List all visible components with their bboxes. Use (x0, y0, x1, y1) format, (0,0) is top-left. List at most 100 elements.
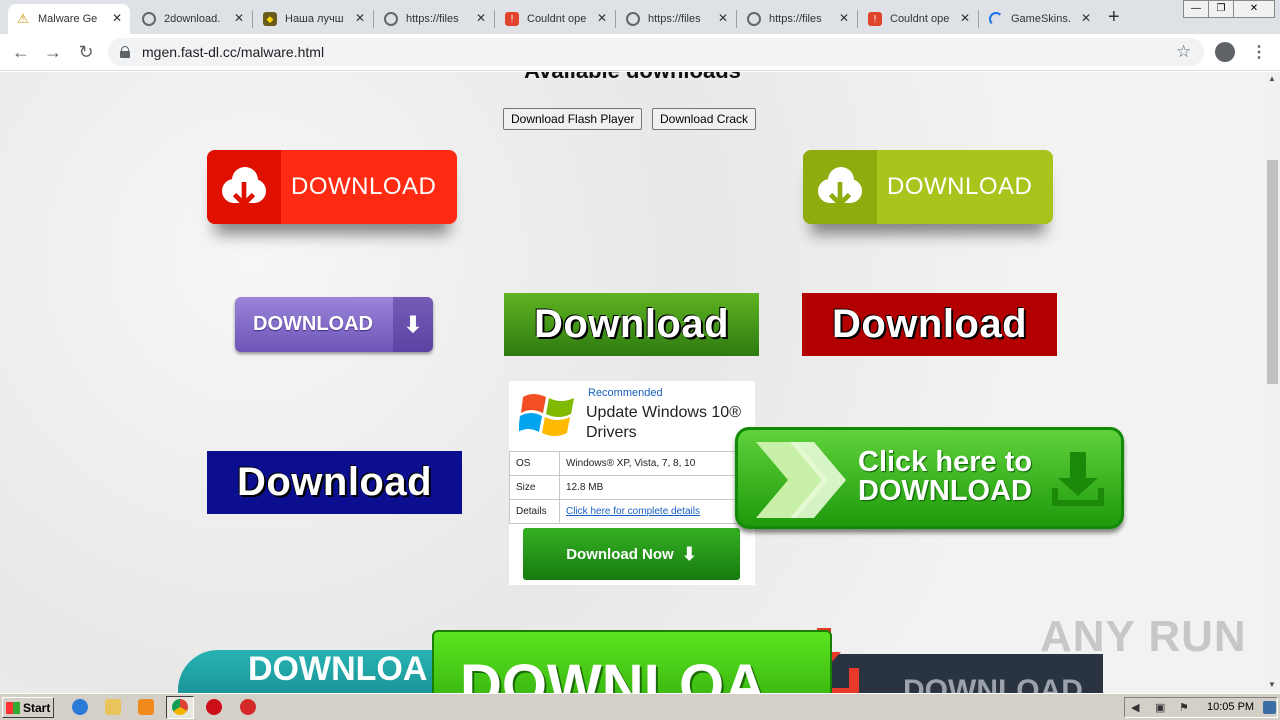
tab-malware-gen[interactable]: ⚠ Malware Ge ✕ (8, 4, 130, 34)
button-label: Download Now (566, 545, 674, 563)
chrome-icon[interactable] (172, 699, 188, 715)
tab-strip: ⚠ Malware Ge ✕ 2download. ✕ ◆ Наша лучш … (0, 0, 1280, 34)
windows-logo-icon (519, 394, 574, 436)
tab-nasha[interactable]: ◆ Наша лучш ✕ (255, 4, 373, 34)
close-icon[interactable]: ✕ (597, 11, 607, 25)
volume-icon[interactable]: ◀ (1131, 701, 1144, 714)
globe-icon (626, 12, 640, 26)
vertical-scrollbar[interactable]: ▲ ▼ (1265, 72, 1280, 693)
details-link[interactable]: Click here for complete details (559, 499, 753, 524)
download-button-red[interactable]: Download (802, 293, 1057, 356)
driver-update-ad[interactable]: Recommended Update Windows 10® Drivers O… (509, 381, 755, 585)
download-button-big-green[interactable]: DOWNLOA (432, 630, 832, 693)
page-heading: Available downloads (0, 72, 1265, 84)
button-label: DOWNLOAD (903, 674, 1083, 693)
button-label: DOWNLOA (248, 650, 428, 688)
start-label: Start (23, 700, 51, 715)
forward-button[interactable]: → (42, 41, 64, 63)
tab-gameskins[interactable]: GameSkins. ✕ (981, 4, 1099, 34)
globe-icon (384, 12, 398, 26)
warning-icon: ⚠ (17, 11, 29, 26)
explorer-folder-icon[interactable] (105, 699, 121, 715)
download-now-button[interactable]: Download Now ⬇ (523, 528, 740, 580)
close-icon[interactable]: ✕ (234, 11, 244, 25)
tab-couldnt-1[interactable]: ! Couldnt ope ✕ (497, 4, 615, 34)
media-player-icon[interactable] (138, 699, 154, 715)
cloud-download-icon (803, 150, 877, 224)
anyrun-watermark: ANY RUN (1040, 612, 1247, 661)
tab-title: Malware Ge (38, 13, 98, 25)
tab-title: GameSkins. (1011, 13, 1071, 25)
tab-files-1[interactable]: https://files ✕ (376, 4, 494, 34)
network-icon[interactable]: ▣ (1155, 701, 1168, 714)
button-label: DOWNLOAD (291, 173, 437, 200)
click-here-line1: Click here to (858, 446, 1033, 478)
download-crack-button[interactable]: Download Crack (652, 108, 757, 130)
lock-icon[interactable] (120, 46, 130, 58)
bookmark-star-icon[interactable]: ☆ (1176, 42, 1191, 62)
windows-flag-icon (6, 701, 20, 714)
address-bar[interactable]: mgen.fast-dl.cc/malware.html (108, 38, 1204, 66)
loading-icon (989, 12, 1003, 26)
double-chevron-icon (756, 442, 846, 518)
download-button-navy[interactable]: Download (207, 451, 462, 514)
menu-kebab-icon[interactable]: ⋮ (1251, 42, 1267, 62)
window-close-button[interactable]: ✕ (1233, 0, 1275, 18)
table-value: Windows® XP, Vista, 7, 8, 10 (559, 451, 753, 476)
start-button[interactable]: Start (2, 697, 54, 718)
restore-button[interactable]: ❐ (1208, 0, 1234, 18)
tab-title: Couldnt ope (527, 13, 587, 25)
download-button-green[interactable]: Download (504, 293, 759, 356)
click-here-line2: DOWNLOAD (858, 475, 1032, 507)
opera-icon[interactable] (206, 699, 222, 715)
minimize-button[interactable]: — (1183, 0, 1209, 18)
close-icon[interactable]: ✕ (839, 11, 849, 25)
close-icon[interactable]: ✕ (1081, 11, 1091, 25)
globe-icon (747, 12, 761, 26)
close-icon[interactable]: ✕ (112, 11, 122, 25)
download-button-red-cloud[interactable]: DOWNLOAD (207, 150, 457, 224)
arrow-down-icon: ⬇ (681, 543, 697, 564)
broken-page-icon: ! (505, 12, 519, 26)
ad-title: Update Windows 10® Drivers (586, 404, 741, 441)
tab-title: https://files (406, 13, 459, 25)
table-key: OS (509, 451, 560, 476)
close-icon[interactable]: ✕ (476, 11, 486, 25)
table-key: Size (509, 475, 560, 500)
scrollbar-thumb[interactable] (1267, 160, 1278, 384)
scroll-down-icon[interactable]: ▼ (1268, 680, 1276, 689)
tab-files-3[interactable]: https://files ✕ (739, 4, 857, 34)
download-button-green-cloud[interactable]: DOWNLOAD (803, 150, 1053, 224)
profile-avatar-icon[interactable] (1215, 42, 1235, 62)
close-icon[interactable]: ✕ (355, 11, 365, 25)
button-label: DOWNLOAD (887, 173, 1033, 200)
download-flash-button[interactable]: Download Flash Player (503, 108, 643, 130)
tab-couldnt-2[interactable]: ! Couldnt ope ✕ (860, 4, 978, 34)
action-center-flag-icon[interactable]: ⚑ (1179, 701, 1192, 714)
button-label: DOWNLOAD (253, 313, 373, 335)
reload-button[interactable]: ↻ (75, 41, 97, 63)
url-text[interactable]: mgen.fast-dl.cc/malware.html (142, 44, 324, 60)
system-tray: ◀ ▣ ⚑ 10:05 PM (1124, 697, 1278, 718)
new-tab-button[interactable]: + (1108, 6, 1120, 29)
click-here-download-button[interactable]: Click here to DOWNLOAD (735, 427, 1124, 529)
close-icon[interactable]: ✕ (960, 11, 970, 25)
tab-title: Couldnt ope (890, 13, 950, 25)
close-icon[interactable]: ✕ (718, 11, 728, 25)
tab-2download[interactable]: 2download. ✕ (134, 4, 252, 34)
scroll-up-icon[interactable]: ▲ (1268, 74, 1276, 83)
back-button[interactable]: ← (10, 41, 32, 63)
cloud-download-icon (207, 150, 281, 224)
clock[interactable]: 10:05 PM (1207, 701, 1254, 713)
ie-icon[interactable] (72, 699, 88, 715)
record-app-icon[interactable] (240, 699, 256, 715)
show-desktop-icon[interactable] (1263, 701, 1276, 714)
table-row: OS Windows® XP, Vista, 7, 8, 10 (509, 451, 753, 476)
browser-toolbar: ← → ↻ mgen.fast-dl.cc/malware.html ☆ (0, 34, 1280, 71)
table-value: 12.8 MB (559, 475, 753, 500)
table-key: Details (509, 499, 560, 524)
broken-page-icon: ! (868, 12, 882, 26)
download-button-teal[interactable]: DOWNLOA (178, 650, 448, 693)
download-button-purple[interactable]: DOWNLOAD ⬇ (235, 297, 433, 352)
tab-files-2[interactable]: https://files ✕ (618, 4, 736, 34)
